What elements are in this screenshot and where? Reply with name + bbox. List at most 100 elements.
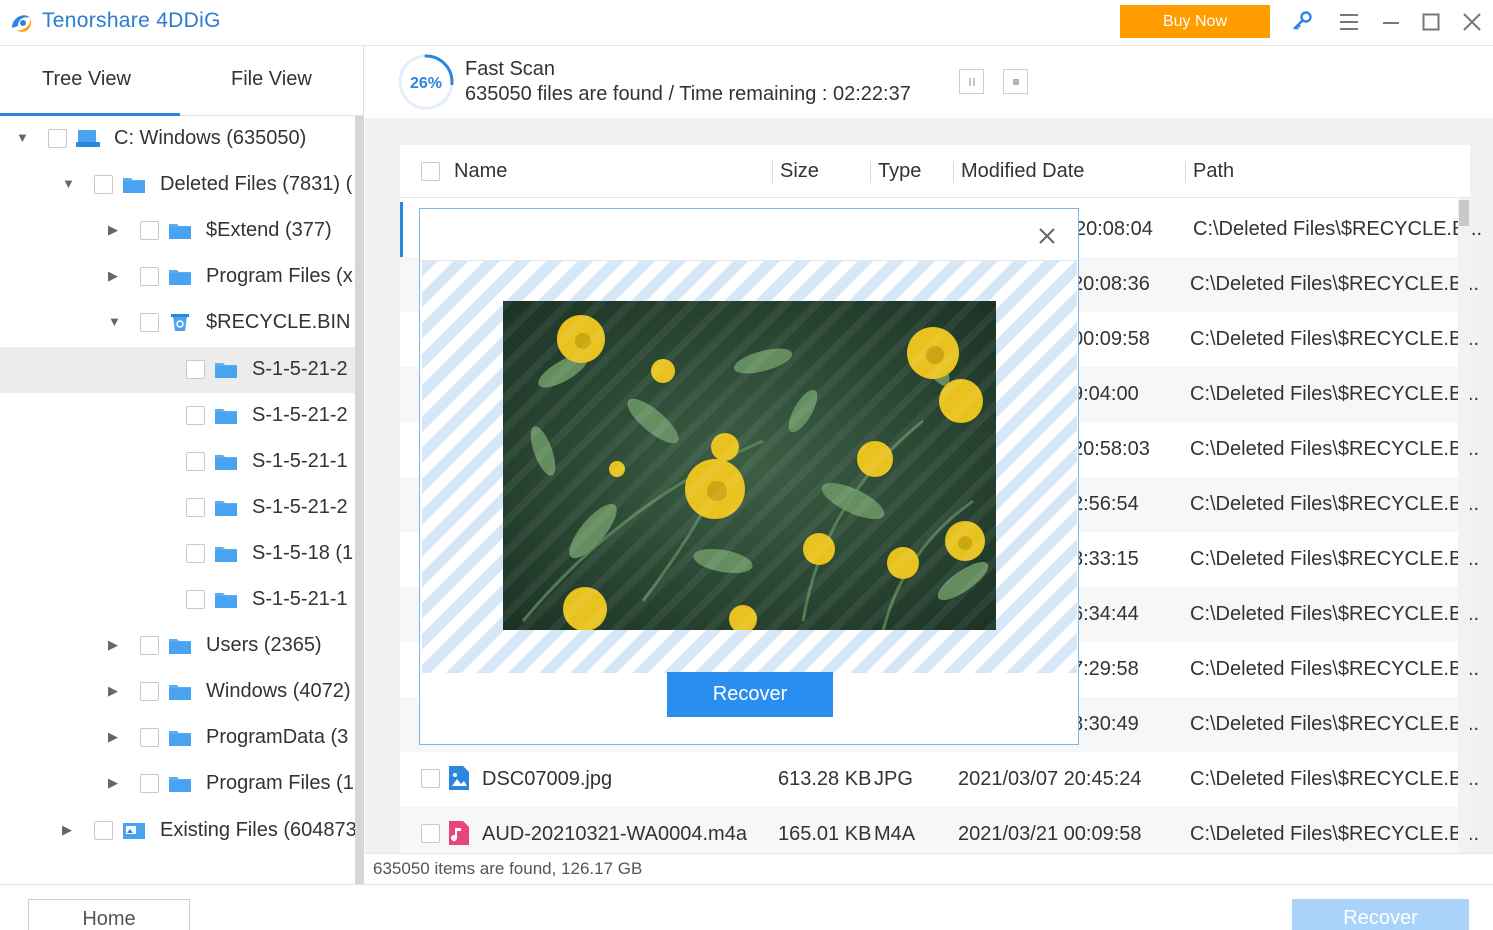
select-all-checkbox[interactable] [421,162,440,181]
close-preview-icon[interactable] [1032,221,1062,251]
tree-item[interactable]: ▼ C: Windows (635050) [0,116,355,162]
tree-item-checkbox[interactable] [140,267,159,287]
close-window-icon[interactable] [1457,8,1487,36]
cell-modified-time: 9:04:00 [1072,383,1139,405]
column-divider[interactable] [953,161,954,183]
tree-item[interactable]: ▼ $RECYCLE.BIN (2 [0,300,355,346]
cell-path: C:\Deleted Files\$RECYCLE.B... [1193,218,1482,240]
cell-name: AUD-20210321-WA0004.m4a [482,823,747,845]
left-panel: Tree View File View ▼ C: Windows (635050)… [0,46,364,928]
cell-modified-time: 7:29:58 [1072,658,1139,680]
tree-item-label: S-1-5-21-2 [252,357,348,380]
tree-item-checkbox[interactable] [186,405,205,425]
stop-button[interactable] [1003,69,1028,94]
expand-arrow-icon[interactable]: ▶ [108,268,122,284]
folder-icon [215,546,237,562]
key-icon[interactable] [1287,8,1317,36]
column-size[interactable]: Size [780,160,819,183]
cell-modified-time: 20:08:36 [1072,273,1150,295]
column-divider[interactable] [870,161,871,183]
tree-item[interactable]: ▶ Existing Files (604873 [0,808,355,854]
tree-item[interactable]: S-1-5-18 (1 [0,531,355,577]
tree-item-checkbox[interactable] [186,543,205,563]
tree-item[interactable]: S-1-5-21-2 [0,485,355,531]
preview-modal: Recover [419,208,1079,745]
column-divider[interactable] [772,161,773,183]
tree-item[interactable]: S-1-5-21-2 [0,346,355,393]
tree-item-label: ProgramData (3 [206,726,349,749]
minimize-icon[interactable] [1376,8,1406,36]
column-name[interactable]: Name [454,160,507,183]
tree-item-label: S-1-5-21-2 [252,495,348,518]
folder-tree: ▼ C: Windows (635050) ▼ Deleted Files (7831… [0,116,355,924]
tree-item-checkbox[interactable] [48,129,67,148]
cell-path: C:\Deleted Files\$RECYCLE.B... [1190,823,1479,845]
tree-item-checkbox[interactable] [94,820,113,840]
column-divider[interactable] [1185,161,1186,183]
tree-item[interactable]: ▶ Windows (4072) [0,669,355,715]
tree-item-checkbox[interactable] [186,497,205,517]
expand-arrow-icon[interactable]: ▶ [108,637,122,653]
tree-item[interactable]: ▶ $Extend (377) [0,208,355,254]
folder-icon [169,777,191,793]
tree-item-checkbox[interactable] [140,313,159,333]
tree-item[interactable]: S-1-5-21-1 [0,577,355,623]
collapse-arrow-icon[interactable]: ▼ [62,176,76,192]
collapse-arrow-icon[interactable]: ▼ [108,314,122,330]
table-scrollbar[interactable] [1458,198,1470,851]
tree-item-checkbox[interactable] [186,590,205,609]
tree-item[interactable]: ▶ ProgramData (3 [0,715,355,761]
tree-item[interactable]: ▶ Program Files (x [0,254,355,300]
cell-size: 165.01 KB [778,823,872,845]
column-modified-date[interactable]: Modified Date [961,160,1084,183]
tree-item[interactable]: S-1-5-21-2 [0,393,355,439]
tab-file-view[interactable]: File View [231,68,312,91]
tree-scrollbar[interactable] [355,116,364,884]
table-row[interactable]: DSC07009.jpg 613.28 KB JPG 2021/03/07 20:45… [400,752,1479,807]
tree-item[interactable]: S-1-5-21-1 [0,439,355,485]
view-tabs: Tree View File View [0,46,364,116]
tree-item-label: Users (2365) [206,634,322,657]
scan-percent: 26% [410,75,442,92]
table-scroll-thumb[interactable] [1459,200,1469,226]
column-path[interactable]: Path [1193,160,1234,183]
tree-item-checkbox[interactable] [186,359,205,379]
tree-item[interactable]: ▶ Users (2365) [0,623,355,669]
column-type[interactable]: Type [878,160,921,183]
menu-icon[interactable] [1334,8,1364,36]
expand-arrow-icon[interactable]: ▶ [108,222,122,238]
maximize-icon[interactable] [1416,8,1446,36]
audio-file-icon [449,821,469,845]
modal-recover-button[interactable]: Recover [667,672,833,717]
tab-tree-view[interactable]: Tree View [42,68,131,91]
expand-arrow-icon[interactable]: ▶ [108,683,122,699]
recover-button[interactable]: Recover [1292,899,1469,930]
expand-arrow-icon[interactable]: ▶ [108,729,122,745]
files-found: 635050 files are found / [465,83,675,105]
buy-now-button[interactable]: Buy Now [1120,5,1270,38]
app-logo-icon [12,15,32,32]
row-checkbox[interactable] [421,769,440,788]
cell-type: JPG [874,768,913,790]
pause-button[interactable] [959,69,984,94]
expand-arrow-icon[interactable]: ▶ [108,775,122,791]
cell-path: C:\Deleted Files\$RECYCLE.B... [1190,768,1479,790]
home-button[interactable]: Home [28,899,190,930]
tree-item-checkbox[interactable] [186,451,205,471]
tree-item-checkbox[interactable] [140,682,159,702]
existing-files-icon [123,822,145,839]
expand-arrow-icon[interactable]: ▶ [62,822,76,838]
row-checkbox[interactable] [421,824,440,843]
tree-item-checkbox[interactable] [140,636,159,656]
collapse-arrow-icon[interactable]: ▼ [16,130,30,146]
tree-item-checkbox[interactable] [140,221,159,241]
cell-path: C:\Deleted Files\$RECYCLE.B... [1190,273,1479,295]
tree-item[interactable]: ▶ Program Files (1 [0,761,355,807]
tree-item-checkbox[interactable] [140,774,159,794]
status-bar: 635050 items are found, 126.17 GB [365,853,1493,883]
scan-bar [365,46,1493,118]
cell-modified-time: 6:34:44 [1072,603,1139,625]
tree-item-checkbox[interactable] [94,175,113,195]
tree-item-checkbox[interactable] [140,728,159,748]
tree-item[interactable]: ▼ Deleted Files (7831) ( [0,162,355,208]
